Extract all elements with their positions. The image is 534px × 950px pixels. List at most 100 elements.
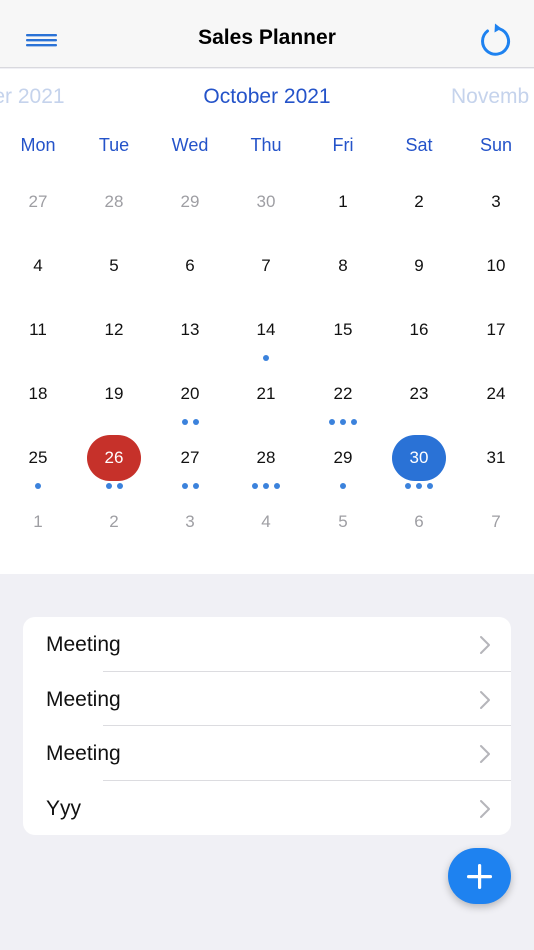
day-number: 30 (392, 435, 446, 481)
day-cell[interactable]: 28 (76, 179, 152, 243)
event-dot (252, 483, 258, 489)
day-cell[interactable]: 12 (76, 307, 152, 371)
day-cell[interactable]: 30 (228, 179, 304, 243)
event-row[interactable]: Meeting (23, 617, 511, 672)
day-cell[interactable]: 5 (305, 499, 381, 563)
day-cell[interactable]: 11 (0, 307, 76, 371)
day-number: 2 (109, 512, 119, 531)
event-row[interactable]: Meeting (23, 726, 511, 781)
day-cell[interactable]: 6 (152, 243, 228, 307)
day-number: 6 (414, 512, 424, 531)
event-indicator (381, 483, 457, 491)
event-indicator (228, 355, 304, 363)
day-cell[interactable]: 22 (305, 371, 381, 435)
day-number: 29 (333, 448, 353, 467)
day-cell[interactable]: 9 (381, 243, 457, 307)
day-cell[interactable]: 25 (0, 435, 76, 499)
day-cell[interactable]: 15 (305, 307, 381, 371)
weekday-label: Wed (171, 135, 209, 155)
day-cell[interactable]: 16 (381, 307, 457, 371)
day-number: 23 (409, 384, 429, 403)
event-indicator (76, 483, 152, 491)
day-cell[interactable]: 7 (458, 499, 534, 563)
day-cell[interactable]: 13 (152, 307, 228, 371)
day-number: 16 (409, 320, 429, 339)
day-cell[interactable]: 2 (381, 179, 457, 243)
day-number: 30 (256, 192, 276, 211)
day-cell[interactable]: 29 (152, 179, 228, 243)
day-number: 13 (180, 320, 200, 339)
month-switcher[interactable]: ober 2021 October 2021 Novemb (0, 85, 534, 115)
day-cell[interactable]: 2 (76, 499, 152, 563)
add-event-button[interactable] (448, 848, 511, 904)
event-dot (35, 483, 41, 489)
day-cell[interactable]: 27 (152, 435, 228, 499)
day-number: 28 (104, 192, 124, 211)
event-dot (263, 483, 269, 489)
day-cell[interactable]: 3 (152, 499, 228, 563)
event-dot (263, 355, 269, 361)
day-cell[interactable]: 14 (228, 307, 304, 371)
day-number: 6 (185, 256, 195, 275)
day-cell[interactable]: 31 (458, 435, 534, 499)
weekday-label: Mon (20, 135, 56, 155)
day-cell[interactable]: 28 (228, 435, 304, 499)
day-number: 17 (486, 320, 506, 339)
day-cell[interactable]: 18 (0, 371, 76, 435)
day-cell[interactable]: 20 (152, 371, 228, 435)
event-indicator (305, 419, 381, 427)
page-title: Sales Planner (198, 26, 336, 49)
day-number: 28 (256, 448, 276, 467)
next-month-label[interactable]: Novemb (451, 85, 529, 109)
day-number: 3 (185, 512, 195, 531)
day-cell[interactable]: 8 (305, 243, 381, 307)
day-cell[interactable]: 1 (0, 499, 76, 563)
chevron-right-icon (480, 690, 490, 709)
day-number: 24 (486, 384, 506, 403)
day-cell[interactable]: 7 (228, 243, 304, 307)
day-number: 12 (104, 320, 124, 339)
day-cell[interactable]: 4 (0, 243, 76, 307)
refresh-icon[interactable] (474, 22, 514, 58)
event-indicator (228, 483, 304, 491)
event-row[interactable]: Meeting (23, 672, 511, 726)
event-dot (340, 483, 346, 489)
day-cell[interactable]: 1 (305, 179, 381, 243)
day-number: 18 (28, 384, 48, 403)
day-cell[interactable]: 27 (0, 179, 76, 243)
chevron-right-icon (480, 636, 490, 654)
day-cell[interactable]: 3 (458, 179, 534, 243)
weekday-label: Tue (98, 135, 130, 155)
day-cell[interactable]: 4 (228, 499, 304, 563)
event-list: Meeting Meeting Meeting Yyy (23, 617, 511, 835)
event-indicator (305, 483, 381, 491)
event-title: Yyy (46, 796, 82, 820)
weekday-label: Fri (332, 135, 354, 155)
event-row[interactable]: Yyy (23, 781, 511, 836)
day-cell[interactable]: 19 (76, 371, 152, 435)
event-title: Meeting (46, 742, 121, 765)
day-cell[interactable]: 29 (305, 435, 381, 499)
day-number: 8 (338, 256, 348, 275)
day-cell-today[interactable]: 26 (76, 435, 152, 499)
event-dot (105, 483, 112, 489)
day-cell[interactable]: 17 (458, 307, 534, 371)
day-cell[interactable]: 6 (381, 499, 457, 563)
day-number: 25 (28, 448, 48, 467)
day-cell[interactable]: 5 (76, 243, 152, 307)
day-cell[interactable]: 24 (458, 371, 534, 435)
day-number: 1 (33, 512, 43, 531)
day-number: 29 (180, 192, 200, 211)
day-cell[interactable]: 10 (458, 243, 534, 307)
month-calendar: ober 2021 October 2021 Novemb Mon Tue We… (0, 69, 534, 574)
day-cell[interactable]: 21 (228, 371, 304, 435)
day-number: 9 (414, 256, 424, 275)
day-number: 31 (486, 448, 506, 467)
day-number: 7 (261, 256, 271, 275)
chevron-right-icon (480, 799, 490, 818)
navigation-bar: Sales Planner (0, 0, 534, 68)
day-cell[interactable]: 23 (381, 371, 457, 435)
event-indicator (0, 483, 76, 491)
weekday-label: Thu (250, 135, 282, 155)
day-cell-selected[interactable]: 30 (381, 435, 457, 499)
